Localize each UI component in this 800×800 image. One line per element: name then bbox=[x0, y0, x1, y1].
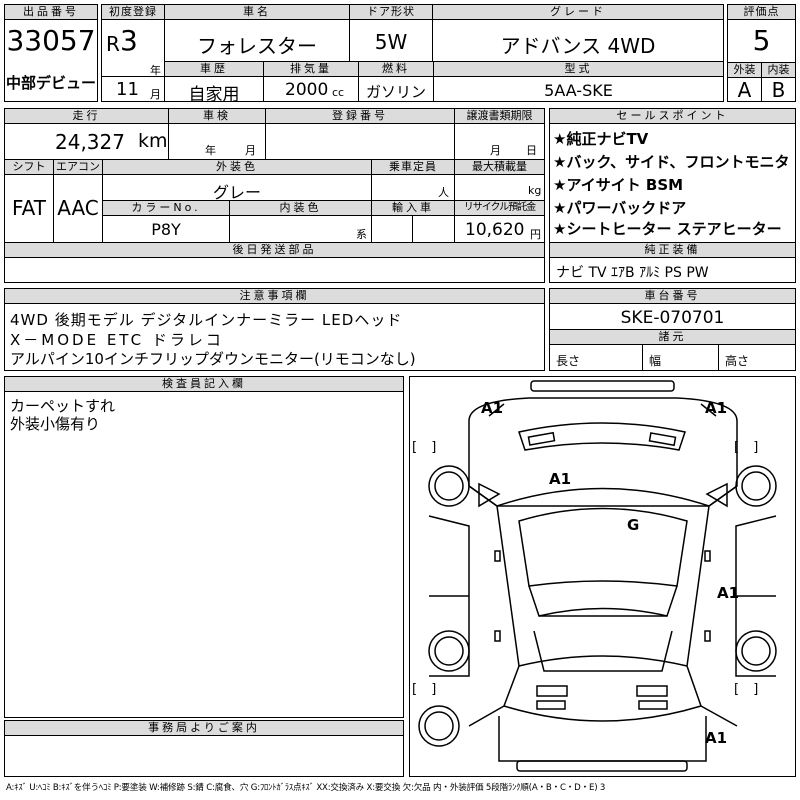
sales-item: ★純正ナビTV bbox=[553, 130, 649, 148]
notes-line: X－MODE ETC ドラレコ bbox=[10, 331, 224, 349]
ac: AAC bbox=[57, 196, 99, 220]
width-label: 幅 bbox=[649, 354, 662, 368]
history-label: 車歴 bbox=[164, 61, 264, 77]
score-label: 評価点 bbox=[727, 4, 796, 20]
notes-label: 注意事項欄 bbox=[4, 288, 545, 304]
first-reg-label: 初度登録 bbox=[101, 4, 165, 20]
displacement-label: 排気量 bbox=[263, 61, 359, 77]
year: 3 bbox=[120, 24, 138, 57]
month: 11 bbox=[116, 79, 139, 100]
inspector-label: 検査員記入欄 bbox=[4, 376, 404, 392]
damage-mark: A1 bbox=[717, 584, 740, 602]
ext-label: 外装 bbox=[727, 62, 762, 78]
month-unit: 月 bbox=[150, 88, 161, 101]
km-unit: km bbox=[138, 130, 168, 152]
fuel: ガソリン bbox=[365, 83, 426, 101]
door-type: 5W bbox=[374, 30, 408, 54]
damage-mark: A1 bbox=[705, 399, 728, 417]
transfer-month-unit: 月 bbox=[490, 144, 501, 157]
car-diagram bbox=[418, 380, 777, 772]
int-color-unit: 系 bbox=[356, 228, 367, 241]
color-no-label: カラーNo. bbox=[102, 200, 230, 216]
grade-label: グレード bbox=[432, 4, 724, 20]
sales-item: ★アイサイト BSM bbox=[553, 176, 684, 194]
cc-unit: cc bbox=[332, 86, 345, 99]
plate-label: 登録番号 bbox=[265, 108, 455, 124]
transfer-day-unit: 日 bbox=[526, 144, 537, 157]
notes-line: 4WD 後期モデル デジタルインナーミラー LEDヘッド bbox=[10, 311, 403, 329]
model-code: 5AA-SKE bbox=[544, 81, 613, 100]
color-no: P8Y bbox=[151, 220, 181, 239]
shift: FAT bbox=[11, 196, 46, 220]
damage-mark: A1 bbox=[481, 399, 504, 417]
history: 自家用 bbox=[188, 85, 240, 105]
sales-label: セールスポイント bbox=[549, 108, 796, 124]
capacity-unit: 人 bbox=[438, 186, 449, 199]
bracket-marker: [ ] bbox=[734, 682, 759, 697]
bracket-marker: [ ] bbox=[412, 682, 437, 697]
score: 5 bbox=[752, 24, 771, 57]
inspection-label: 車検 bbox=[168, 108, 266, 124]
sales-item: ★バック、サイド、フロントモニタ bbox=[553, 153, 790, 171]
notes-line: アルパイン10インチフリップダウンモニター(リモコンなし) bbox=[10, 350, 416, 368]
length-label: 長さ bbox=[556, 354, 581, 368]
car-name: フォレスター bbox=[197, 34, 317, 58]
int-color-label: 内装色 bbox=[229, 200, 372, 216]
genuine-label: 純正装備 bbox=[549, 242, 796, 258]
int-label: 内装 bbox=[761, 62, 796, 78]
ac-label: エアコン bbox=[53, 159, 103, 175]
bracket-marker: [ ] bbox=[734, 440, 759, 455]
yen-unit: 円 bbox=[530, 228, 541, 241]
door-label: ドア形状 bbox=[349, 4, 433, 20]
recycle-fee: 10,620 bbox=[465, 220, 525, 240]
damage-mark: A1 bbox=[705, 729, 728, 747]
damage-mark: A1 bbox=[549, 470, 572, 488]
grade: アドバンス 4WD bbox=[500, 34, 656, 58]
capacity-label: 乗車定員 bbox=[371, 159, 455, 175]
inspector-line: 外装小傷有り bbox=[10, 415, 101, 433]
displacement: 2000 bbox=[285, 80, 329, 100]
transfer-label: 譲渡書類期限 bbox=[454, 108, 545, 124]
max-load-label: 最大積載量 bbox=[454, 159, 545, 175]
recycle-label: リサイクル預託金 bbox=[454, 200, 545, 216]
inspection-year-unit: 年 bbox=[205, 144, 216, 157]
ext-color-label: 外装色 bbox=[102, 159, 372, 175]
model-label: 型式 bbox=[433, 61, 724, 77]
sales-item: ★シートヒーター ステアヒーター bbox=[553, 220, 782, 238]
debut-label: 中部デビュー bbox=[5, 74, 96, 92]
era: R bbox=[106, 32, 120, 56]
int-grade: B bbox=[771, 78, 786, 102]
max-load-unit: kg bbox=[528, 184, 542, 197]
lot-number: 33057 bbox=[6, 24, 96, 57]
lot-number-label: 出品番号 bbox=[4, 4, 98, 20]
later-parts-label: 後日発送部品 bbox=[4, 242, 545, 258]
import-label: 輸入車 bbox=[371, 200, 455, 216]
chassis-label: 車台番号 bbox=[549, 288, 796, 304]
height-label: 高さ bbox=[725, 354, 750, 368]
damage-mark: G bbox=[627, 516, 640, 534]
genuine-equipment: ナビ TV ｴｱB ｱﾙﾐ PS PW bbox=[556, 265, 709, 281]
ext-grade: A bbox=[737, 78, 752, 102]
fuel-label: 燃料 bbox=[358, 61, 434, 77]
inspection-month-unit: 月 bbox=[245, 144, 256, 157]
mileage: 24,327 bbox=[55, 130, 125, 154]
legend: A:ｷｽﾞ U:ﾍｺﾐ B:ｷｽﾞを伴うﾍｺﾐ P:要塗装 W:補修跡 S:錆 … bbox=[6, 783, 606, 793]
sales-item: ★パワーバックドア bbox=[553, 199, 687, 217]
chassis-number: SKE-070701 bbox=[620, 308, 725, 328]
car-name-label: 車名 bbox=[164, 4, 350, 20]
office-label: 事務局よりご案内 bbox=[4, 720, 404, 736]
mileage-label: 走行 bbox=[4, 108, 169, 124]
shift-label: シフト bbox=[4, 159, 54, 175]
dims-label: 諸元 bbox=[549, 329, 796, 345]
bracket-marker: [ ] bbox=[412, 440, 437, 455]
